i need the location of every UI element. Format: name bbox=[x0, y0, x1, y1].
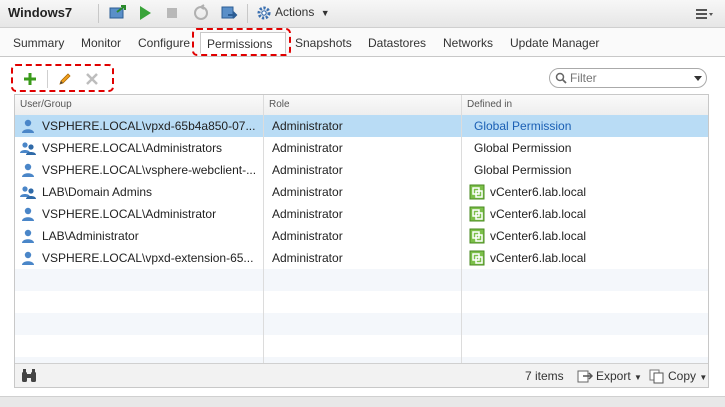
table-row[interactable]: LAB\Administrator Administrator vCenter6.l… bbox=[15, 225, 708, 247]
tab-snapshots[interactable]: Snapshots bbox=[295, 36, 352, 50]
toolbar-divider bbox=[247, 4, 248, 23]
tab-summary[interactable]: Summary bbox=[13, 36, 64, 50]
toolbar-divider bbox=[98, 4, 99, 23]
table-row[interactable]: VSPHERE.LOCAL\Administrator Administrator… bbox=[15, 203, 708, 225]
actions-gear-icon[interactable] bbox=[255, 4, 273, 22]
tab-datastores[interactable]: Datastores bbox=[368, 36, 426, 50]
object-toolbar: Windows7 Actions ▼ bbox=[0, 0, 725, 28]
user-group-cell: VSPHERE.LOCAL\Administrator bbox=[42, 207, 217, 221]
role-cell: Administrator bbox=[272, 207, 343, 221]
grid-footer: 7 items Export ▼ Copy ▼ bbox=[15, 363, 708, 387]
role-cell: Administrator bbox=[272, 141, 343, 155]
user-icon bbox=[20, 228, 36, 244]
defined-in-cell: vCenter6.lab.local bbox=[490, 207, 587, 221]
toolbar-highlight bbox=[11, 64, 114, 92]
filter-box[interactable] bbox=[549, 68, 707, 88]
user-icon bbox=[20, 250, 36, 266]
role-cell: Administrator bbox=[272, 163, 343, 177]
user-icon bbox=[20, 162, 36, 178]
suspend-icon[interactable] bbox=[192, 4, 210, 22]
grid-header bbox=[15, 95, 708, 116]
actions-label: Actions bbox=[275, 5, 315, 19]
vcenter-icon bbox=[469, 184, 485, 200]
column-divider bbox=[461, 95, 462, 363]
tab-update-manager[interactable]: Update Manager bbox=[510, 36, 599, 50]
table-row[interactable]: VSPHERE.LOCAL\Administrators Administrato… bbox=[15, 137, 708, 159]
vm-console-icon[interactable] bbox=[109, 4, 127, 22]
search-icon bbox=[555, 72, 567, 84]
chevron-down-icon: ▼ bbox=[699, 373, 708, 382]
column-header-role[interactable]: Role bbox=[269, 95, 290, 115]
defined-in-cell: Global Permission bbox=[474, 141, 572, 155]
user-icon bbox=[20, 118, 36, 134]
actions-menu[interactable]: Actions ▼ bbox=[275, 5, 330, 19]
object-title: Windows7 bbox=[8, 5, 73, 20]
empty-row bbox=[15, 335, 708, 357]
role-cell: Administrator bbox=[272, 185, 343, 199]
vcenter-icon bbox=[469, 206, 485, 222]
item-count: 7 items bbox=[525, 369, 564, 383]
role-cell: Administrator bbox=[272, 251, 343, 265]
binoculars-icon[interactable] bbox=[21, 369, 37, 383]
user-group-cell: LAB\Domain Admins bbox=[42, 185, 153, 199]
table-row[interactable]: LAB\Domain Admins Administrator vCenter6.l… bbox=[15, 181, 708, 203]
column-header-user-group[interactable]: User/Group bbox=[20, 95, 72, 115]
user-group-cell: VSPHERE.LOCAL\Administrators bbox=[42, 141, 223, 155]
migrate-icon[interactable] bbox=[220, 4, 238, 22]
tab-bar: Summary Monitor Configure Permissions Sn… bbox=[0, 28, 725, 57]
copy-button[interactable]: Copy ▼ bbox=[668, 369, 707, 383]
user-group-cell: VSPHERE.LOCAL\vsphere-webclient-... bbox=[42, 163, 257, 177]
table-row[interactable]: VSPHERE.LOCAL\vpxd-extension-65... Admini… bbox=[15, 247, 708, 269]
empty-row bbox=[15, 313, 708, 335]
empty-row bbox=[15, 269, 708, 291]
export-label: Export bbox=[596, 369, 631, 383]
defined-in-cell: Global Permission bbox=[474, 119, 572, 133]
user-group-cell: VSPHERE.LOCAL\vpxd-extension-65... bbox=[42, 251, 254, 265]
vcenter-icon bbox=[469, 250, 485, 266]
export-icon bbox=[577, 370, 593, 383]
tab-configure[interactable]: Configure bbox=[138, 36, 190, 50]
tab-monitor[interactable]: Monitor bbox=[81, 36, 121, 50]
user-group-cell: LAB\Administrator bbox=[42, 229, 139, 243]
column-header-defined-in[interactable]: Defined in bbox=[467, 95, 512, 115]
table-row[interactable]: VSPHERE.LOCAL\vsphere-webclient-... Admin… bbox=[15, 159, 708, 181]
group-icon bbox=[20, 184, 36, 200]
permissions-grid: User/Group Role Defined in VSPHERE.LOCAL… bbox=[14, 94, 709, 388]
user-group-cell: VSPHERE.LOCAL\vpxd-65b4a850-07... bbox=[42, 119, 256, 133]
power-on-icon[interactable] bbox=[136, 4, 154, 22]
chevron-down-icon: ▼ bbox=[320, 8, 330, 18]
permissions-tab-highlight bbox=[192, 28, 291, 56]
table-row[interactable]: VSPHERE.LOCAL\vpxd-65b4a850-07... Adminis… bbox=[15, 115, 708, 137]
export-button[interactable]: Export ▼ bbox=[596, 369, 642, 383]
defined-in-cell: vCenter6.lab.local bbox=[490, 229, 587, 243]
defined-in-cell: vCenter6.lab.local bbox=[490, 251, 587, 265]
column-divider bbox=[263, 95, 264, 363]
bottom-strip bbox=[0, 396, 725, 407]
defined-in-cell: Global Permission bbox=[474, 163, 572, 177]
vcenter-icon bbox=[469, 228, 485, 244]
tab-networks[interactable]: Networks bbox=[443, 36, 493, 50]
user-icon bbox=[20, 206, 36, 222]
role-cell: Administrator bbox=[272, 119, 343, 133]
chevron-down-icon: ▼ bbox=[634, 373, 642, 382]
defined-in-cell: vCenter6.lab.local bbox=[490, 185, 587, 199]
copy-icon bbox=[649, 369, 664, 384]
power-off-icon[interactable] bbox=[163, 4, 181, 22]
menu-icon[interactable] bbox=[694, 7, 714, 21]
filter-input[interactable] bbox=[570, 70, 680, 86]
copy-label: Copy bbox=[668, 369, 697, 383]
empty-row bbox=[15, 291, 708, 313]
group-icon bbox=[20, 140, 36, 156]
chevron-down-icon[interactable] bbox=[694, 76, 702, 81]
role-cell: Administrator bbox=[272, 229, 343, 243]
